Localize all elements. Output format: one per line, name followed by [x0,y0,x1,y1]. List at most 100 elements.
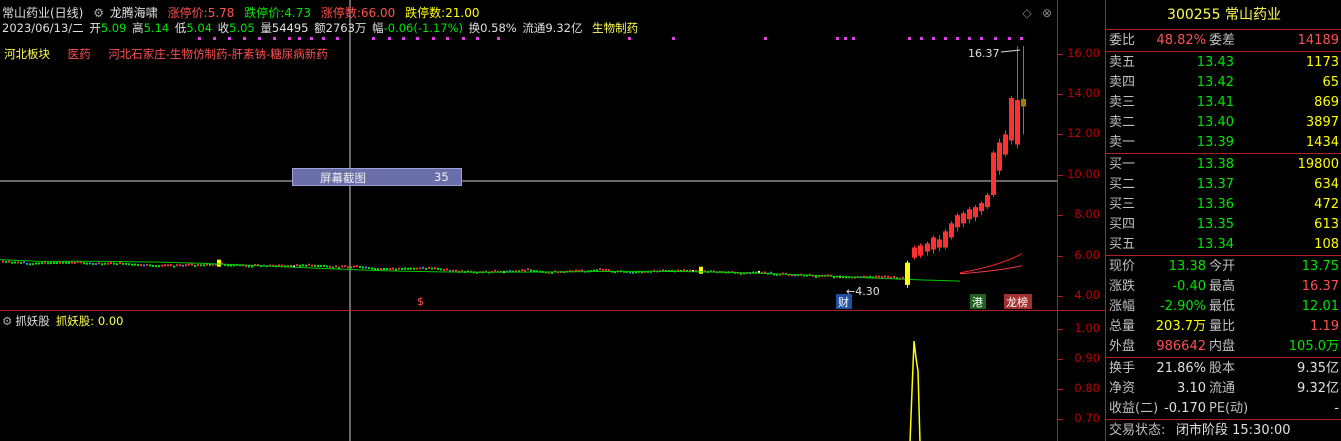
hk-connect-marker: 港 [972,296,983,309]
signal-dot [944,37,947,40]
gear-icon[interactable]: ⚙ [93,6,104,20]
candle [320,264,322,267]
candle [20,261,22,264]
price-tick-mark [1058,215,1063,217]
kline-chart[interactable]: 16.37 ←4.30 $ 财港龙榜 常山药业(日线) ⚙ 龙腾海啸 涨停价:5.78… [0,0,1057,310]
level-label: 买五 [1109,237,1136,252]
candle [29,263,31,266]
candle [179,264,181,267]
candle [440,268,442,271]
candle [89,262,91,265]
candle [53,262,55,265]
price-tick-mark [1058,255,1063,257]
stat-value-2: 1.19 [1310,319,1339,334]
candle [122,262,124,265]
indicator-panel[interactable]: ⚙ 抓妖股 抓妖股: 0.00 [0,310,1057,441]
candle [395,268,397,271]
low-label: 低 [174,21,187,35]
candle [203,264,205,267]
dragon-indicator-name[interactable]: 龙腾海啸 [110,6,158,20]
indicator-tick-label: 0.70 [1074,411,1100,425]
signal-dot [372,37,375,40]
bid-level-row[interactable]: 买三 13.36 472 [1106,195,1341,215]
level-volume: 634 [1314,177,1339,192]
stat-label: 总量 [1109,319,1136,334]
bid-level-row[interactable]: 买四 13.35 613 [1106,215,1341,235]
quote-stat-row: 涨跌 -0.40 最高 16.37 [1106,277,1341,297]
bid-level-row[interactable]: 买二 13.37 634 [1106,175,1341,195]
fund-label: 收益(二) [1109,401,1159,416]
down-count-label: 跌停数: [405,6,446,20]
candle [374,267,376,270]
expand-diamond-icon[interactable]: ◇ [1020,6,1034,20]
level-label: 卖四 [1109,75,1136,90]
level-price: 13.42 [1196,75,1234,90]
candle [62,261,64,264]
board-tag-industry[interactable]: 医药 [68,47,91,61]
price-tick-label: 10.00 [1067,166,1100,181]
stat-label: 涨跌 [1109,279,1136,294]
indicator-tick-mark [1058,359,1063,360]
level-price: 13.36 [1196,197,1234,212]
ask-level-row[interactable]: 卖四 13.42 65 [1106,73,1341,93]
fund-label-2: PE(动) [1209,401,1249,416]
stat-value-2: 12.01 [1301,299,1339,314]
board-tag-region[interactable]: 河北板块 [4,47,50,61]
trade-status-label: 交易状态: [1109,423,1166,438]
level-label: 卖五 [1109,55,1136,70]
candle [44,261,46,264]
close-icon[interactable]: ⊗ [1040,6,1054,20]
bid-level-row[interactable]: 买一 13.38 19800 [1106,155,1341,175]
candle-body [961,213,966,224]
ask-level-row[interactable]: 卖二 13.40 3897 [1106,113,1341,133]
candle-body [1021,99,1026,107]
chart-header-line1: 常山药业(日线) ⚙ 龙腾海啸 涨停价:5.78 跌停价:4.73 涨停数:66… [2,4,485,20]
candle [422,266,424,269]
candle [353,265,355,268]
level-label: 卖二 [1109,115,1136,130]
candle-highlight [217,259,221,267]
amt-label: 额 [314,21,326,35]
candle [41,262,43,265]
candle [128,263,130,266]
level-volume: 108 [1314,237,1339,252]
candle-body [1015,100,1020,145]
candle [71,261,73,264]
industry-label[interactable]: 生物制药 [592,21,638,35]
candle [110,262,112,265]
candle [326,265,328,268]
level-price: 13.35 [1196,217,1234,232]
candle [455,269,457,272]
ask-level-row[interactable]: 卖三 13.41 869 [1106,93,1341,113]
stock-title[interactable]: 常山药业(日线) [2,6,83,20]
indicator-name[interactable]: 抓妖股 [15,314,50,328]
candle [296,264,298,267]
candle [404,267,406,270]
candle-body [931,237,936,250]
candle [368,267,370,270]
candle [5,261,7,264]
candle [35,262,37,265]
price-tick-label: 8.00 [1074,207,1100,222]
gear-icon[interactable]: ⚙ [2,314,12,328]
candle-body [912,247,917,258]
open-value: 5.09 [100,21,127,35]
trade-status-row: 交易状态: 闭市阶段 15:30:00 [1106,421,1341,441]
ask-level-row[interactable]: 卖五 13.43 1173 [1106,53,1341,73]
level-price: 13.34 [1196,237,1234,252]
candle [47,262,49,265]
stat-label: 现价 [1109,259,1136,274]
candle [875,275,877,278]
candle [341,265,343,268]
signal-dot [243,37,246,40]
stat-value: -2.90% [1160,299,1206,314]
stat-value-2: 105.0万 [1288,339,1339,354]
candle [437,267,439,270]
quote-title[interactable]: 300255 常山药业 [1106,0,1341,30]
board-tag-concept[interactable]: 河北石家庄-生物仿制药-肝素钠-糖尿病新药 [108,47,327,61]
signal-dot [764,37,767,40]
signal-dot [336,37,339,40]
quote-stat-row: 总量 203.7万 量比 1.19 [1106,317,1341,337]
ask-level-row[interactable]: 卖一 13.39 1434 [1106,133,1341,153]
bid-level-row[interactable]: 买五 13.34 108 [1106,235,1341,255]
